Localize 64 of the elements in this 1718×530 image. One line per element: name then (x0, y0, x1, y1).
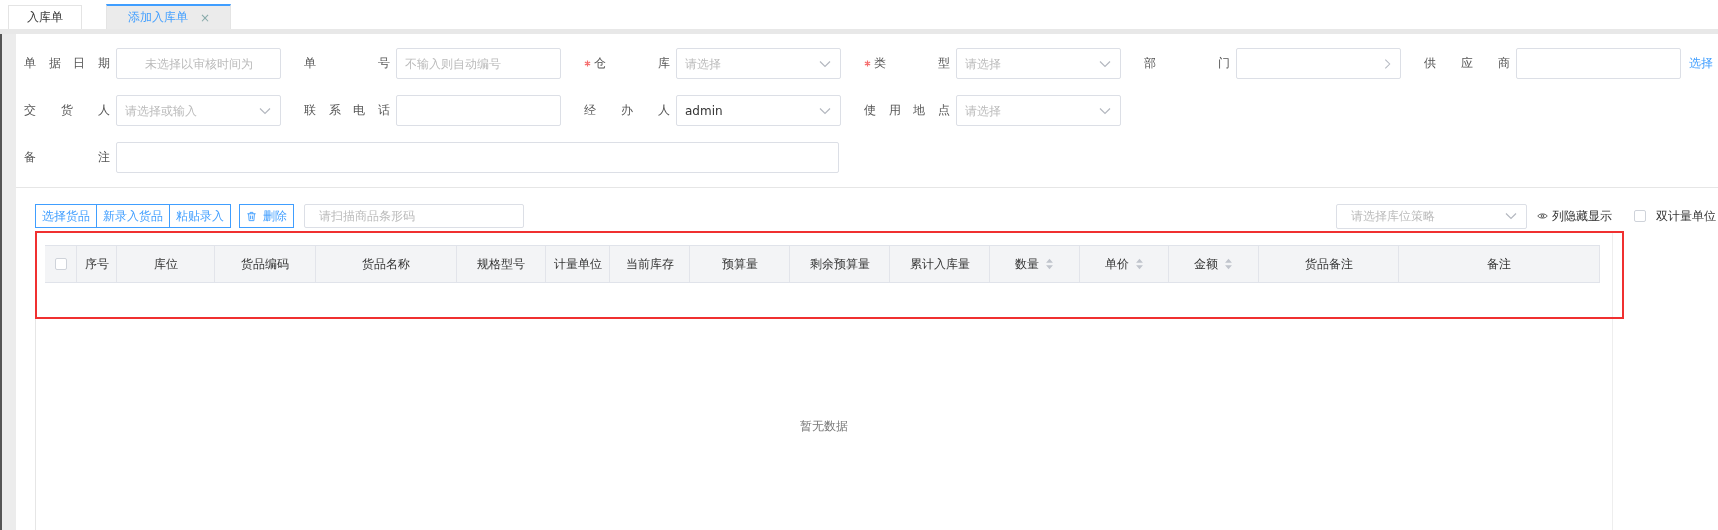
column-header: 累计入库量 (909, 255, 970, 273)
date-field[interactable]: 未选择以审核时间为 (116, 48, 281, 79)
toolbar-button[interactable]: 选择货品 (35, 204, 97, 228)
column-visibility-link[interactable]: 列隐藏显示 (1537, 207, 1612, 225)
barcode-field[interactable]: 请扫描商品条形码 (304, 204, 524, 228)
field-label: 单据日期 (24, 55, 110, 72)
column-header: 金额 (1194, 255, 1218, 273)
select-field[interactable]: 请选择 (956, 48, 1121, 79)
toolbar-button[interactable]: 粘贴录入 (169, 204, 231, 228)
empty-message: 暂无数据 (800, 418, 848, 434)
toolbar-button[interactable]: 新录入货品 (96, 204, 170, 228)
select-field[interactable] (1236, 48, 1401, 79)
field-label: 类型 (874, 55, 950, 72)
eye-icon (1537, 212, 1548, 220)
field-label: 单号 (304, 55, 390, 72)
tab[interactable]: 入库单 (8, 5, 82, 29)
field-label: 联系电话 (304, 102, 390, 119)
chevron-down-icon (1505, 212, 1517, 220)
column-header: 序号 (84, 255, 109, 273)
sort-icon[interactable] (1045, 258, 1054, 270)
column-header: 货品编码 (241, 255, 289, 273)
input-field[interactable] (1516, 48, 1681, 79)
column-header: 规格型号 (477, 255, 525, 273)
column-header: 货品备注 (1304, 255, 1353, 273)
field-label: 使用地点 (864, 102, 950, 119)
input-field[interactable] (396, 95, 561, 126)
input-field[interactable] (116, 142, 839, 173)
column-header: 库位 (153, 255, 178, 273)
column-header: 备注 (1487, 255, 1511, 273)
delete-button[interactable]: 删除 (239, 204, 294, 228)
column-header: 数量 (1015, 255, 1039, 273)
select-field[interactable]: 请选择 (676, 48, 841, 79)
select-field[interactable]: 请选择 (956, 95, 1121, 126)
chevron-down-icon (819, 59, 831, 68)
field-label: 备注 (24, 149, 110, 166)
select-link[interactable]: 选择 (1689, 55, 1713, 72)
column-header: 单价 (1104, 255, 1129, 273)
chevron-down-icon (1099, 106, 1111, 115)
select-field[interactable]: admin (676, 95, 841, 126)
sort-icon[interactable] (1134, 258, 1144, 270)
close-icon[interactable]: × (200, 10, 211, 25)
chevron-down-icon (259, 106, 271, 115)
field-label: 部门 (1144, 55, 1230, 72)
trash-icon (246, 210, 257, 222)
field-label: 供应商 (1424, 55, 1510, 72)
checkbox-label: 双计量单位 (1656, 207, 1716, 225)
column-header: 当前库存 (625, 255, 674, 273)
chevron-down-icon (1099, 59, 1111, 68)
column-header: 剩余预算量 (809, 255, 870, 273)
chevron-down-icon (819, 106, 831, 115)
field-label: 仓库 (594, 55, 670, 72)
sort-icon[interactable] (1224, 258, 1233, 270)
input-field[interactable]: 不输入则自动编号 (396, 48, 561, 79)
strategy-select[interactable]: 请选择库位策略 (1336, 203, 1527, 229)
field-label: 经办人 (584, 102, 670, 119)
select-all-checkbox[interactable] (54, 258, 67, 270)
field-label: 交货人 (24, 102, 110, 119)
column-header: 计量单位 (553, 255, 602, 273)
tab[interactable]: 添加入库单 × (106, 4, 232, 29)
column-header: 预算量 (721, 255, 758, 273)
checkbox[interactable] (1634, 210, 1646, 222)
select-field[interactable]: 请选择或输入 (116, 95, 281, 126)
column-header: 货品名称 (362, 255, 410, 273)
chevron-right-icon (1384, 58, 1391, 69)
